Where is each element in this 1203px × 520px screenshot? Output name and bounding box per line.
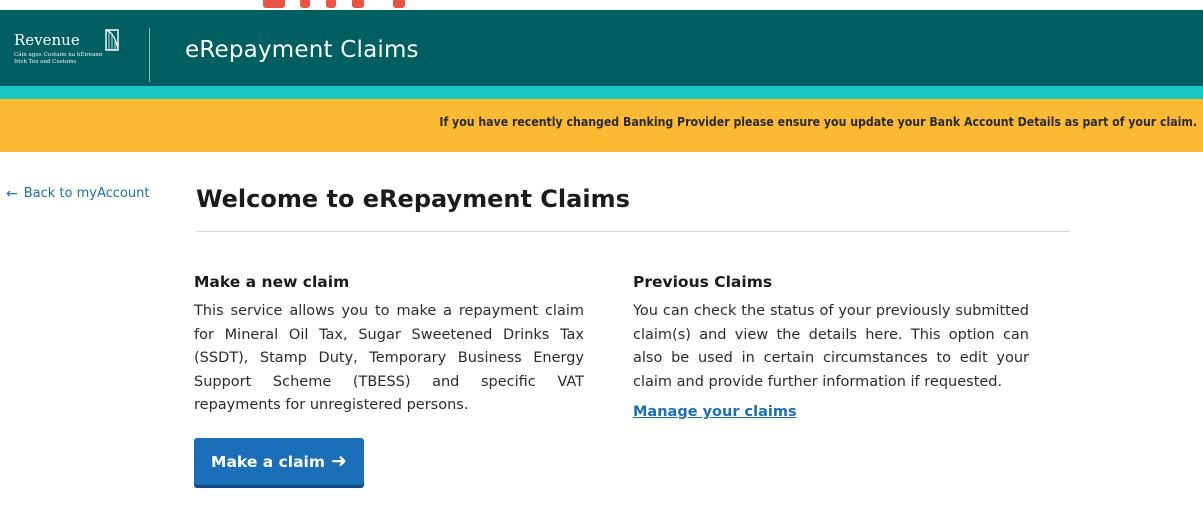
arrow-left-icon: ← — [6, 185, 18, 202]
header-accent-band — [0, 86, 1203, 99]
logo-wordmark: Revenue — [14, 31, 80, 49]
header-divider — [149, 28, 150, 82]
logo-subtitle-english: Irish Tax and Customs — [14, 59, 77, 65]
revenue-logo[interactable]: Revenue Cáin agus Custaim na hÉireann Ir… — [14, 29, 129, 80]
logo-subtitle-irish: Cáin agus Custaim na hÉireann — [14, 52, 103, 58]
page-title: Welcome to eRepayment Claims — [196, 185, 630, 213]
decorative-mark — [263, 0, 285, 8]
notice-banner: If you have recently changed Banking Pro… — [0, 99, 1203, 152]
new-claim-section: Make a new claim This service allows you… — [194, 270, 584, 418]
app-title: eRepayment Claims — [185, 37, 419, 63]
notice-text: If you have recently changed Banking Pro… — [439, 115, 1197, 129]
make-a-claim-label: Make a claim — [211, 452, 326, 471]
make-a-claim-button[interactable]: Make a claim ➜ — [194, 438, 364, 485]
logo-subtitle: Cáin agus Custaim na hÉireann Irish Tax … — [14, 52, 129, 66]
previous-claims-section: Previous Claims You can check the status… — [633, 270, 1029, 420]
back-link-label: Back to myAccount — [23, 186, 150, 201]
previous-claims-description: You can check the status of your previou… — [633, 303, 1029, 390]
previous-claims-heading: Previous Claims — [633, 273, 773, 291]
new-claim-heading: Make a new claim — [194, 273, 350, 291]
decorative-mark — [352, 0, 364, 8]
back-to-myaccount-link[interactable]: ← Back to myAccount — [6, 186, 149, 201]
decorative-mark — [393, 0, 405, 8]
decorative-mark — [326, 0, 336, 8]
arrow-right-icon: ➜ — [331, 450, 347, 472]
new-claim-description: This service allows you to make a repaym… — [194, 303, 584, 413]
top-strip — [0, 0, 1203, 10]
harp-icon — [105, 29, 119, 51]
manage-your-claims-link[interactable]: Manage your claims — [633, 404, 797, 420]
title-divider — [196, 231, 1070, 232]
app-header: Revenue Cáin agus Custaim na hÉireann Ir… — [0, 10, 1203, 86]
decorative-mark — [300, 0, 310, 8]
